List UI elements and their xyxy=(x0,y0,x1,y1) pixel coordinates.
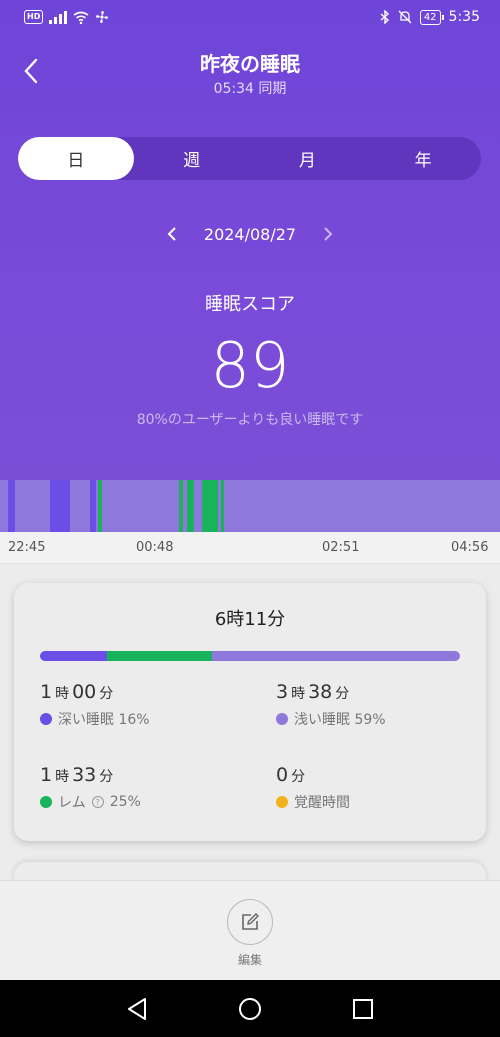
light-hours: 3 xyxy=(276,681,289,703)
sleep-hero: HD 42 5:35 昨夜の睡眠 05:34 同期 日 週 月 年 2024/0… xyxy=(0,0,500,480)
nav-home-button[interactable] xyxy=(230,989,270,1029)
light-minutes: 38 xyxy=(308,681,333,703)
minute-unit: 分 xyxy=(99,769,114,785)
prev-date-button[interactable] xyxy=(162,222,182,246)
rem-minutes: 33 xyxy=(72,764,97,786)
score-comparison: 80%のユーザーよりも良い睡眠です xyxy=(136,412,364,428)
score-label: 睡眠スコア xyxy=(205,294,295,315)
axis-tick-label: 00:48 xyxy=(136,540,174,555)
bar-rem xyxy=(107,651,213,661)
mute-bell-icon xyxy=(398,10,412,24)
tab-month[interactable]: 月 xyxy=(250,137,366,180)
fan-icon xyxy=(96,11,109,23)
date-navigator: 2024/08/27 xyxy=(0,222,500,246)
score-value: 89 xyxy=(210,329,290,402)
sleep-stage-timeline xyxy=(0,480,500,532)
axis-tick-label: 04:56 xyxy=(451,540,489,555)
awake-stat: 0分 覚醒時間 xyxy=(276,764,476,812)
timeline-segment-light xyxy=(14,480,50,532)
rem-label: レム xyxy=(58,795,86,811)
light-label: 浅い睡眠 59% xyxy=(294,712,386,728)
sleep-summary-card: 6時11分 1 時 00 分 深い睡眠 16% 3 時 38 分 浅い睡眠 59% 1 時 33… xyxy=(14,583,486,841)
chevron-right-icon xyxy=(324,227,333,241)
edit-button[interactable] xyxy=(227,899,273,945)
chevron-left-icon xyxy=(167,227,176,241)
light-sleep-stat: 3 時 38 分 浅い睡眠 59% xyxy=(276,681,476,729)
edit-label: 編集 xyxy=(237,953,262,967)
minute-unit: 分 xyxy=(291,769,306,785)
circle-home-icon xyxy=(238,997,261,1020)
status-bar: HD 42 5:35 xyxy=(0,0,500,38)
hour-unit: 時 xyxy=(55,686,70,702)
light-legend-dot xyxy=(276,713,288,725)
tab-week[interactable]: 週 xyxy=(134,137,250,180)
deep-legend-dot xyxy=(40,713,52,725)
axis-tick-label: 02:51 xyxy=(322,540,360,555)
deep-sleep-stat: 1 時 00 分 深い睡眠 16% xyxy=(40,681,240,729)
triangle-back-icon xyxy=(127,997,146,1020)
timeline-segment-rem xyxy=(187,480,195,532)
axis-tick-label: 22:45 xyxy=(8,540,46,555)
timeline-segment-light xyxy=(194,480,203,532)
bottom-action-bar: 編集 xyxy=(0,880,500,980)
hd-badge: HD xyxy=(24,10,44,24)
awake-minutes: 0 xyxy=(276,764,289,786)
minute-unit: 分 xyxy=(99,686,114,702)
timeline-segment-light xyxy=(102,480,180,532)
timeline-segment-rem xyxy=(202,480,219,532)
sync-time: 05:34 同期 xyxy=(213,81,287,97)
wifi-icon xyxy=(73,11,89,24)
timeline-segment-deep xyxy=(8,480,15,532)
page-title: 昨夜の睡眠 xyxy=(200,52,300,76)
nav-back-button[interactable] xyxy=(117,989,157,1029)
total-sleep-duration: 6時11分 xyxy=(214,609,286,630)
next-date-button[interactable] xyxy=(318,222,338,246)
timeline-segment-light xyxy=(0,480,9,532)
tab-year[interactable]: 年 xyxy=(365,137,481,180)
deep-minutes: 00 xyxy=(72,681,97,703)
rem-sleep-stat: 1 時 33 分 レム? 25% xyxy=(40,764,240,812)
signal-icon xyxy=(49,10,68,24)
timeline-segment-light xyxy=(223,480,500,532)
bar-light xyxy=(212,651,460,661)
minute-unit: 分 xyxy=(335,686,350,702)
hour-unit: 時 xyxy=(55,769,70,785)
deep-hours: 1 xyxy=(40,681,53,703)
current-date: 2024/08/27 xyxy=(203,224,297,244)
help-icon[interactable]: ? xyxy=(91,796,104,808)
square-recents-icon xyxy=(353,998,374,1019)
rem-legend-dot xyxy=(40,796,52,808)
timeline-segment-light xyxy=(70,480,91,532)
tab-day[interactable]: 日 xyxy=(18,137,134,180)
stage-proportion-bar xyxy=(40,651,460,661)
system-nav-bar xyxy=(0,980,500,1037)
bar-deep xyxy=(40,651,108,661)
timeline-axis: 22:45 00:48 02:51 04:56 xyxy=(0,532,500,564)
deep-label: 深い睡眠 16% xyxy=(58,712,150,728)
hour-unit: 時 xyxy=(291,686,306,702)
battery-indicator: 42 xyxy=(419,9,444,25)
rem-hours: 1 xyxy=(40,764,53,786)
status-time: 5:35 xyxy=(448,9,480,25)
bluetooth-icon xyxy=(380,10,389,24)
nav-recents-button[interactable] xyxy=(343,989,383,1029)
awake-legend-dot xyxy=(276,796,288,808)
timeline-segment-deep xyxy=(49,480,71,532)
edit-icon xyxy=(242,913,259,930)
awake-label: 覚醒時間 xyxy=(294,795,350,811)
period-tabs: 日 週 月 年 xyxy=(18,137,481,180)
rem-percent: 25% xyxy=(109,794,141,810)
